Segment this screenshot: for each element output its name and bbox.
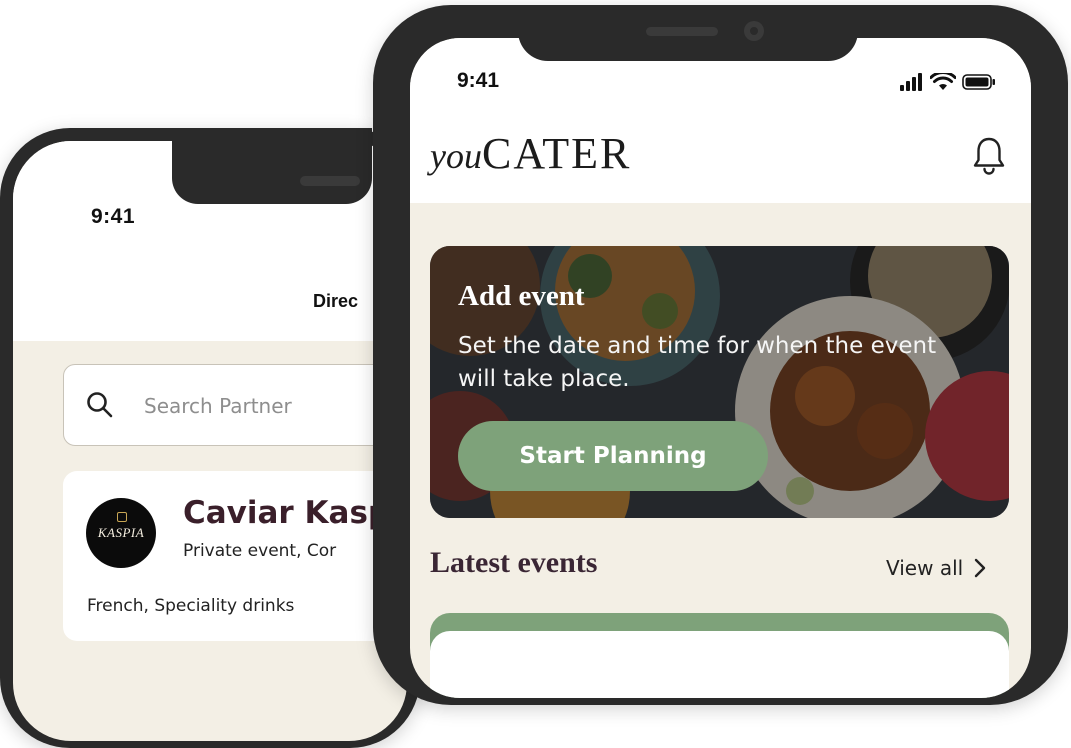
back-screen-title: Direc [313, 291, 359, 311]
partner-cuisine: French, Speciality drinks [87, 596, 295, 616]
front-status-time: 9:41 [457, 69, 500, 92]
start-planning-button[interactable]: Start Planning [458, 421, 768, 491]
partner-name: Caviar Kasp [183, 495, 391, 531]
partner-type: Private event, Cor [183, 541, 337, 561]
bell-icon[interactable] [972, 136, 1006, 176]
event-card[interactable] [430, 613, 1009, 698]
add-event-banner: Add event Set the date and time for when… [430, 246, 1009, 518]
status-bar-icons [900, 73, 1010, 93]
battery-icon [962, 74, 995, 90]
view-all-label: View all [886, 556, 964, 580]
partner-logo: KASPIA [86, 498, 156, 568]
hero-title: Add event [458, 280, 585, 312]
front-phone-screen: 9:41 youCATER Add event Set the date and… [410, 38, 1031, 698]
app-logo: youCATER [430, 128, 631, 179]
partner-logo-mark [117, 512, 127, 522]
search-icon [87, 392, 113, 418]
back-phone-notch [172, 128, 372, 204]
latest-events-heading: Latest events [430, 546, 598, 579]
event-card-body [430, 631, 1009, 698]
back-phone-screen: 9:41 Direc KASPIA Caviar Kasp Private ev… [13, 141, 407, 741]
partner-logo-text: KASPIA [97, 525, 145, 540]
logo-cater-text: CATER [481, 129, 632, 178]
back-status-time: 9:41 [91, 205, 136, 228]
speaker-grille [300, 176, 360, 186]
logo-you-text: you [430, 136, 482, 176]
search-input[interactable] [142, 391, 386, 421]
front-camera [744, 21, 764, 41]
back-phone-frame: 9:41 Direc KASPIA Caviar Kasp Private ev… [0, 128, 420, 748]
front-phone-frame: 9:41 youCATER Add event Set the date and… [373, 5, 1068, 705]
front-phone-notch [518, 5, 858, 61]
view-all-link[interactable]: View all [886, 556, 987, 580]
hero-description: Set the date and time for when the event… [458, 333, 937, 392]
signal-icon [900, 73, 922, 91]
wifi-icon [930, 73, 956, 90]
chevron-right-icon [974, 558, 986, 578]
search-partner-box[interactable] [63, 364, 395, 446]
speaker-grille [646, 27, 718, 36]
partner-card[interactable]: KASPIA Caviar Kasp Private event, Cor Fr… [63, 471, 403, 641]
